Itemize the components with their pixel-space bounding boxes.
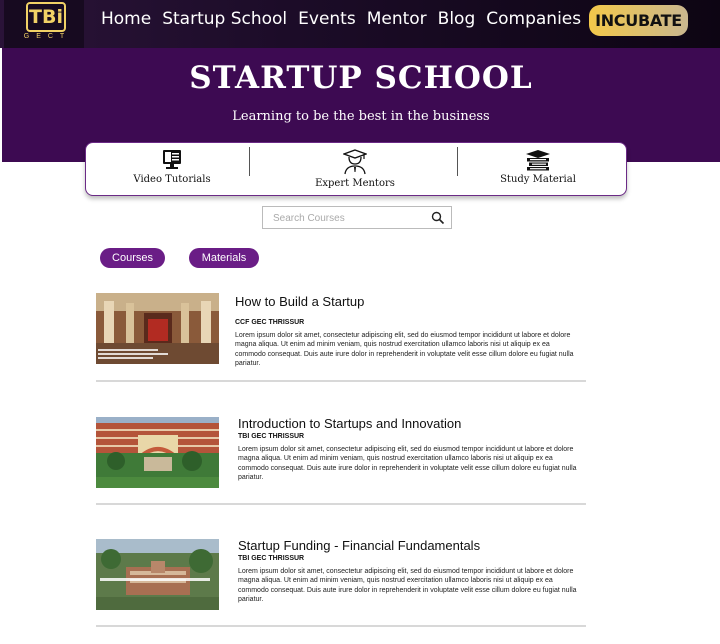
logo-text: TBi bbox=[26, 2, 66, 32]
tbi-logo[interactable]: TBi GECT bbox=[4, 0, 84, 48]
course-title[interactable]: Introduction to Startups and Innovation bbox=[238, 416, 461, 431]
divider bbox=[96, 625, 586, 627]
course-org: TBI GEC THRISSUR bbox=[238, 555, 305, 562]
course-title[interactable]: Startup Funding - Financial Fundamentals bbox=[238, 538, 480, 553]
page-subtitle: Learning to be the best in the business bbox=[232, 109, 490, 124]
course-thumbnail[interactable] bbox=[96, 539, 219, 610]
course-item[interactable]: Introduction to Startups and Innovation … bbox=[96, 415, 586, 507]
course-description: Lorem ipsum dolor sit amet, consectetur … bbox=[238, 446, 577, 481]
feature-label: Study Material bbox=[500, 174, 576, 185]
feature-expert-mentors[interactable]: Expert Mentors bbox=[313, 149, 397, 189]
divider bbox=[457, 147, 458, 176]
mentor-icon bbox=[343, 149, 367, 175]
books-icon bbox=[526, 150, 550, 171]
incubate-button[interactable]: INCUBATE bbox=[589, 5, 688, 36]
course-thumbnail[interactable] bbox=[96, 293, 219, 364]
divider bbox=[96, 503, 586, 505]
logo-subtext: GECT bbox=[23, 33, 72, 40]
page-title: STARTUP SCHOOL bbox=[189, 60, 533, 96]
course-title[interactable]: How to Build a Startup bbox=[235, 294, 364, 309]
course-thumbnail[interactable] bbox=[96, 417, 219, 488]
nav-companies[interactable]: Companies bbox=[486, 9, 581, 29]
materials-filter-button[interactable]: Materials bbox=[189, 248, 259, 268]
feature-card: Video Tutorials Expert Mentors Study Mat… bbox=[85, 142, 627, 196]
divider bbox=[96, 380, 586, 382]
nav-home[interactable]: Home bbox=[101, 9, 151, 29]
top-nav-bar: TBi GECT Home Startup School Events Ment… bbox=[0, 0, 720, 48]
search-icon[interactable] bbox=[431, 211, 445, 225]
feature-study-material[interactable]: Study Material bbox=[498, 149, 578, 185]
course-item[interactable]: How to Build a Startup CCF GEC THRISSUR … bbox=[96, 293, 586, 383]
feature-label: Video Tutorials bbox=[133, 174, 211, 185]
video-tutorial-icon bbox=[163, 150, 181, 169]
course-description: Lorem ipsum dolor sit amet, consectetur … bbox=[235, 332, 574, 367]
course-org: CCF GEC THRISSUR bbox=[235, 319, 305, 326]
course-org: TBI GEC THRISSUR bbox=[238, 433, 305, 440]
course-item[interactable]: Startup Funding - Financial Fundamentals… bbox=[96, 537, 586, 629]
feature-video-tutorials[interactable]: Video Tutorials bbox=[132, 149, 212, 185]
search-input[interactable] bbox=[273, 210, 423, 226]
course-search-box bbox=[262, 206, 452, 229]
feature-label: Expert Mentors bbox=[315, 178, 395, 189]
nav-blog[interactable]: Blog bbox=[438, 9, 476, 29]
course-description: Lorem ipsum dolor sit amet, consectetur … bbox=[238, 568, 577, 603]
nav-mentor[interactable]: Mentor bbox=[367, 9, 427, 29]
nav-startup-school[interactable]: Startup School bbox=[162, 9, 287, 29]
main-nav: Home Startup School Events Mentor Blog C… bbox=[101, 9, 581, 29]
divider bbox=[249, 147, 250, 176]
courses-filter-button[interactable]: Courses bbox=[100, 248, 165, 268]
nav-events[interactable]: Events bbox=[298, 9, 356, 29]
